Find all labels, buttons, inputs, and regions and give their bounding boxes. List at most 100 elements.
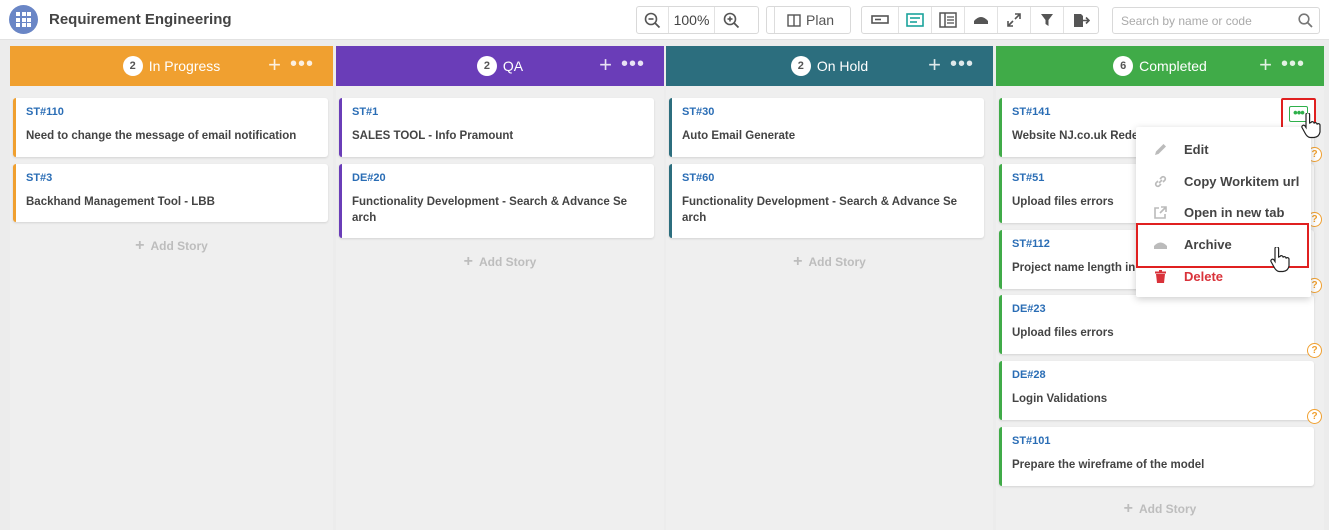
zoom-in-button[interactable] <box>715 7 747 33</box>
column-title: QA <box>502 58 524 74</box>
add-item-button[interactable]: + <box>928 54 941 76</box>
story-card[interactable]: ST#3 Backhand Management Tool - LBB <box>13 164 328 222</box>
card-id[interactable]: ST#110 <box>26 106 318 118</box>
search-input[interactable] <box>1121 8 1296 33</box>
external-link-icon <box>1154 206 1167 219</box>
compact-view-button[interactable] <box>862 7 899 33</box>
zoom-controls: 100% <box>636 6 759 34</box>
card-title: Prepare the wireframe of the model <box>1012 459 1205 471</box>
card-title: Login Validations <box>1012 393 1108 405</box>
column-count-badge: 2 <box>790 56 811 76</box>
trash-icon <box>1155 270 1166 283</box>
card-compact-icon <box>871 15 889 24</box>
card-id[interactable]: DE#23 <box>1012 303 1304 315</box>
column-count-badge: 6 <box>1113 56 1134 76</box>
card-id[interactable]: ST#30 <box>682 106 974 118</box>
add-story-button[interactable]: + Add Story <box>10 237 333 255</box>
column-more-button[interactable]: ••• <box>950 54 974 74</box>
add-item-button[interactable]: + <box>599 54 612 76</box>
plus-icon: + <box>793 253 803 270</box>
card-id[interactable]: ST#3 <box>26 172 318 184</box>
column-header: 6 Completed + ••• <box>996 46 1324 86</box>
story-card[interactable]: ST#1 SALES TOOL - Info Pramount <box>339 98 654 157</box>
story-card[interactable]: ST#60 Functionality Development - Search… <box>669 164 984 238</box>
add-story-button[interactable]: + Add Story <box>996 500 1324 518</box>
plan-group: Plan <box>766 6 851 34</box>
column-more-button[interactable]: ••• <box>621 54 645 74</box>
column-title: Completed <box>1139 58 1207 74</box>
expand-button[interactable] <box>998 7 1031 33</box>
plus-icon: + <box>463 253 473 270</box>
link-icon <box>1154 175 1167 188</box>
story-card[interactable]: DE#20 Functionality Development - Search… <box>339 164 654 238</box>
columns-icon <box>787 13 801 27</box>
export-button[interactable] <box>1064 7 1098 33</box>
help-icon[interactable]: ? <box>1307 409 1322 424</box>
filter-icon <box>1041 14 1053 26</box>
story-card[interactable]: DE#23 Upload files errors <box>999 295 1314 354</box>
add-story-label: Add Story <box>1139 502 1197 516</box>
menu-item-copy-url[interactable]: Copy Workitem url <box>1136 166 1311 196</box>
card-id[interactable]: ST#60 <box>682 172 974 184</box>
card-title: Need to change the message of email noti… <box>26 130 297 142</box>
filter-button[interactable] <box>1031 7 1064 33</box>
menu-item-label: Edit <box>1184 142 1209 157</box>
column-in-progress: 2 In Progress + ••• ST#110 Need to chang… <box>10 46 333 530</box>
story-card[interactable]: DE#28 Login Validations <box>999 361 1314 420</box>
column-title: In Progress <box>148 58 221 74</box>
column-more-button[interactable]: ••• <box>1281 54 1305 74</box>
zoom-level: 100% <box>669 7 715 33</box>
list-view-icon <box>939 12 957 28</box>
pencil-icon <box>1155 144 1166 155</box>
hand-cursor-icon <box>1301 113 1321 139</box>
page-title: Requirement Engineering <box>49 11 232 28</box>
archive-icon <box>974 17 988 24</box>
top-bar: Requirement Engineering 100% Plan <box>0 0 1329 40</box>
card-title: Upload files errors <box>1012 327 1114 339</box>
card-title: Auto Email Generate <box>682 130 796 142</box>
export-icon <box>1073 13 1090 27</box>
column-more-button[interactable]: ••• <box>290 54 314 74</box>
toggle-handle[interactable] <box>767 7 775 33</box>
add-story-label: Add Story <box>808 255 866 269</box>
list-view-button[interactable] <box>932 7 965 33</box>
card-id[interactable]: ST#1 <box>352 106 644 118</box>
app-grid-icon[interactable] <box>9 5 38 34</box>
search-box <box>1112 7 1320 34</box>
plan-button[interactable]: Plan <box>775 7 846 33</box>
card-id[interactable]: ST#141 <box>1012 106 1304 118</box>
menu-item-label: Copy Workitem url <box>1184 174 1300 189</box>
card-id[interactable]: DE#28 <box>1012 369 1304 381</box>
column-title: On Hold <box>816 58 869 74</box>
add-story-label: Add Story <box>150 239 208 253</box>
story-card[interactable]: ST#30 Auto Email Generate <box>669 98 984 157</box>
column-on-hold: 2 On Hold + ••• ST#30 Auto Email Generat… <box>666 46 993 530</box>
column-qa: 2 QA + ••• ST#1 SALES TOOL - Info Pramou… <box>336 46 664 530</box>
detailed-view-button[interactable] <box>899 7 932 33</box>
plan-label: Plan <box>806 12 835 28</box>
search-icon[interactable] <box>1298 13 1313 28</box>
card-id[interactable]: DE#20 <box>352 172 644 184</box>
menu-item-label: Open in new tab <box>1184 205 1285 220</box>
add-story-button[interactable]: + Add Story <box>666 253 993 271</box>
card-title: Backhand Management Tool - LBB <box>26 196 215 208</box>
add-story-label: Add Story <box>479 255 537 269</box>
card-id[interactable]: ST#101 <box>1012 435 1304 447</box>
add-story-button[interactable]: + Add Story <box>336 253 664 271</box>
hand-cursor-icon <box>1270 247 1290 273</box>
zoom-in-icon <box>723 12 739 28</box>
column-header: 2 QA + ••• <box>336 46 664 86</box>
story-card[interactable]: ST#101 Prepare the wireframe of the mode… <box>999 427 1314 486</box>
expand-icon <box>1007 13 1021 27</box>
card-title: Functionality Development - Search & Adv… <box>682 196 958 224</box>
menu-item-edit[interactable]: Edit <box>1136 134 1311 164</box>
help-icon[interactable]: ? <box>1307 343 1322 358</box>
add-item-button[interactable]: + <box>1259 54 1272 76</box>
archive-view-button[interactable] <box>965 7 998 33</box>
zoom-out-button[interactable] <box>637 7 669 33</box>
card-title: Functionality Development - Search & Adv… <box>352 196 628 224</box>
column-header: 2 In Progress + ••• <box>10 46 333 86</box>
story-card[interactable]: ST#110 Need to change the message of ema… <box>13 98 328 157</box>
zoom-out-icon <box>644 12 661 28</box>
add-item-button[interactable]: + <box>268 54 281 76</box>
